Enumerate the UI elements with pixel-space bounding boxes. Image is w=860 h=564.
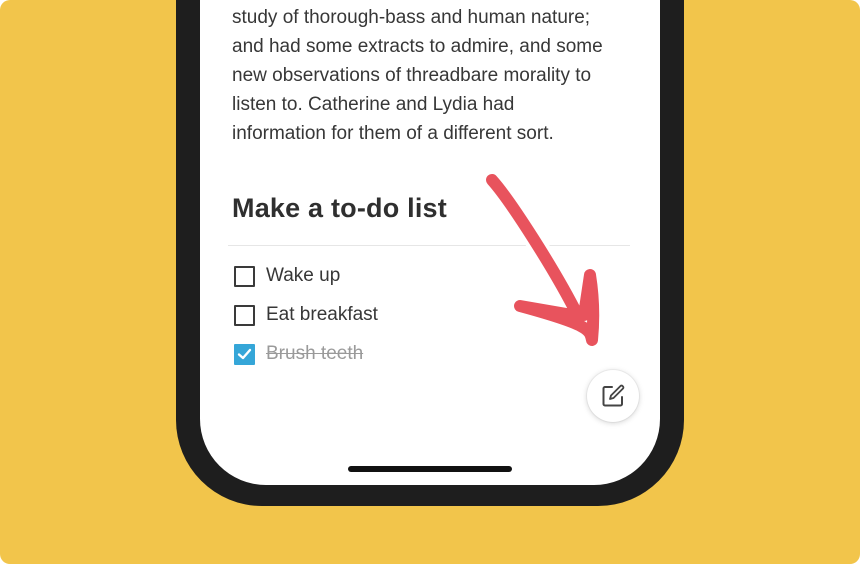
paragraph-line: information for them of a different sort…	[232, 123, 554, 144]
paragraph-line: study of thorough-bass and human nature;	[232, 7, 591, 28]
checkbox-checked[interactable]	[234, 343, 255, 365]
compose-button[interactable]	[587, 370, 639, 422]
pointer-arrow-icon	[482, 170, 604, 350]
paragraph-line: listen to. Catherine and Lydia had	[232, 94, 515, 115]
note-paragraph: study of thorough-bass and human nature;…	[232, 3, 642, 148]
paragraph-line: new observations of threadbare morality …	[232, 65, 592, 86]
todo-item-eat-breakfast[interactable]: Eat breakfast	[234, 303, 378, 327]
background-canvas: study of thorough-bass and human nature;…	[0, 0, 860, 564]
paragraph-line: and had some extracts to admire, and som…	[232, 36, 603, 57]
todo-label: Eat breakfast	[266, 304, 378, 325]
section-heading: Make a to-do list	[232, 193, 447, 223]
checkbox[interactable]	[234, 265, 255, 287]
todo-item-brush-teeth[interactable]: Brush teeth	[234, 342, 363, 366]
todo-label: Wake up	[266, 265, 341, 286]
todo-label: Brush teeth	[266, 343, 364, 364]
todo-item-wake-up[interactable]: Wake up	[234, 264, 340, 288]
checkbox[interactable]	[234, 304, 255, 326]
home-indicator	[348, 466, 512, 472]
checkmark-icon	[237, 348, 252, 359]
compose-icon	[602, 384, 625, 407]
